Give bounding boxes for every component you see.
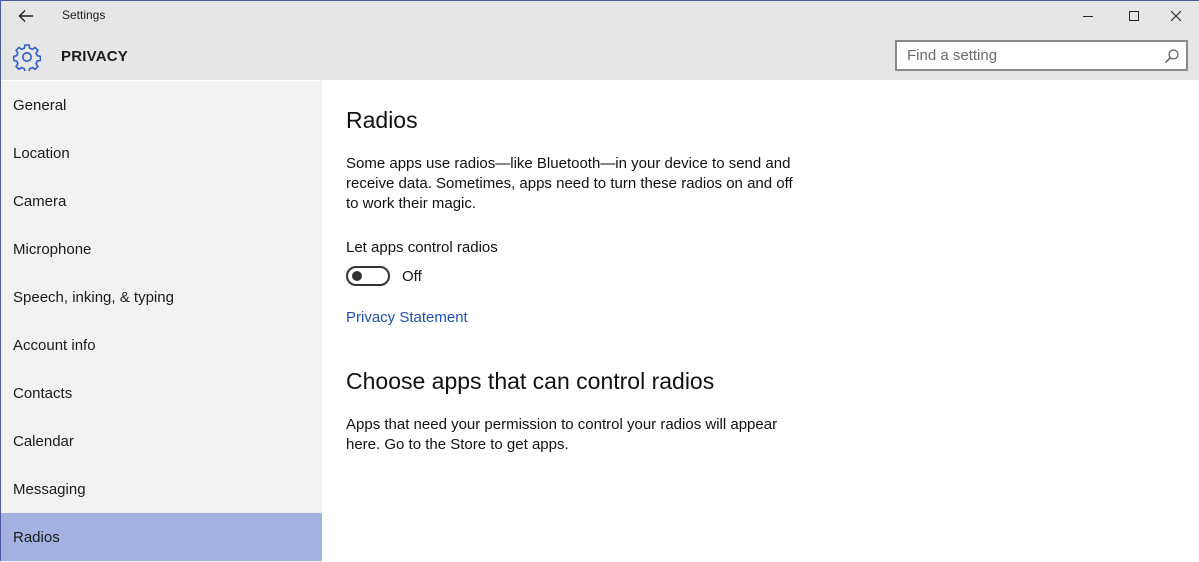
sidebar-item-speech-inking-typing[interactable]: Speech, inking, & typing [1, 273, 322, 321]
radios-toggle[interactable] [346, 266, 390, 286]
sidebar-item-messaging[interactable]: Messaging [1, 465, 322, 513]
sidebar-item-location[interactable]: Location [1, 129, 322, 177]
sidebar-item-calendar[interactable]: Calendar [1, 417, 322, 465]
sidebar-item-label: Calendar [13, 432, 74, 450]
back-arrow-icon [18, 10, 33, 22]
page-heading: Radios [346, 107, 418, 133]
sidebar-item-label: Contacts [13, 384, 73, 402]
search-icon[interactable] [1164, 48, 1180, 64]
minimize-icon [1083, 16, 1093, 17]
sidebar-item-label: Account info [13, 336, 96, 354]
sidebar-item-microphone[interactable]: Microphone [1, 225, 322, 273]
sidebar: General Location Camera Microphone Speec… [1, 81, 322, 562]
toggle-state-text: Off [402, 268, 422, 285]
sidebar-item-label: General [13, 96, 67, 114]
toggle-knob [352, 271, 362, 281]
radios-description: Some apps use radios—like Bluetooth—in y… [346, 155, 793, 212]
close-icon [1170, 10, 1182, 22]
toggle-label: Let apps control radios [346, 239, 498, 256]
sidebar-item-account-info[interactable]: Account info [1, 321, 322, 369]
sidebar-item-general[interactable]: General [1, 81, 322, 129]
page-title: PRIVACY [61, 48, 128, 65]
sidebar-item-label: Messaging [13, 480, 86, 498]
settings-header: PRIVACY [1, 32, 1199, 80]
sidebar-item-label: Speech, inking, & typing [13, 288, 174, 306]
sidebar-item-label: Camera [13, 192, 67, 210]
search-box[interactable] [895, 40, 1188, 71]
search-input[interactable] [897, 42, 1167, 69]
sidebar-item-label: Location [13, 144, 70, 162]
sidebar-item-contacts[interactable]: Contacts [1, 369, 322, 417]
sidebar-item-camera[interactable]: Camera [1, 177, 322, 225]
window-title: Settings [62, 8, 106, 22]
maximize-icon [1129, 11, 1139, 21]
close-button[interactable] [1153, 1, 1199, 31]
sidebar-item-label: Microphone [13, 240, 92, 258]
privacy-statement-link[interactable]: Privacy Statement [346, 309, 468, 326]
maximize-button[interactable] [1111, 1, 1157, 31]
back-button[interactable] [9, 3, 43, 29]
apps-description: Apps that need your permission to contro… [346, 416, 778, 453]
section-heading: Choose apps that can control radios [346, 368, 715, 394]
sidebar-item-radios[interactable]: Radios [1, 513, 322, 561]
minimize-button[interactable] [1065, 1, 1111, 31]
settings-window: Settings PRIVACY Find a setting General … [0, 0, 1199, 562]
gear-icon [13, 44, 41, 71]
sidebar-item-label: Radios [13, 528, 60, 546]
title-bar: Settings [1, 1, 1199, 32]
